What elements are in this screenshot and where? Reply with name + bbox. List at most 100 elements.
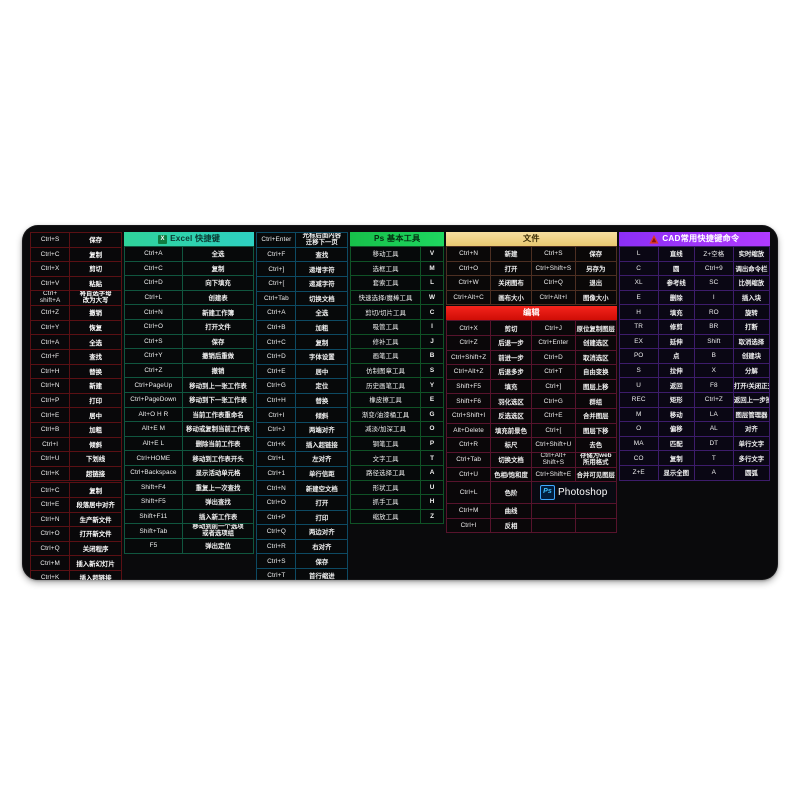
- shortcut-key: Z+空格: [693, 246, 734, 262]
- shortcut-value: 切换文档: [295, 290, 349, 307]
- shortcut-key: Ctrl+D: [256, 348, 297, 365]
- table-row: 套索工具 L: [350, 275, 445, 291]
- shortcut-value: 偏移: [657, 421, 695, 437]
- table-row: Ctrl+PageDown 移动到下一张工作表: [123, 391, 255, 408]
- shortcut-key: Ctrl+Backspace: [123, 464, 183, 481]
- shortcut-value: B: [419, 348, 445, 364]
- shortcut-value: 全选: [295, 305, 349, 321]
- shortcut-value: 群组: [574, 393, 617, 409]
- shortcut-value: 当前工作表重命名: [181, 406, 255, 423]
- shortcut-key: MA: [618, 435, 659, 452]
- shortcut-key: Ctrl+E: [256, 363, 297, 380]
- shortcut-value: 图层上移: [574, 378, 617, 395]
- table-row: Ctrl+Alt+Z 后退多步 Ctrl+T 自由变换: [446, 364, 617, 380]
- shortcut-value: 剪切: [490, 320, 532, 336]
- shortcut-value: 两端对齐: [295, 421, 349, 438]
- shortcut-key: Ctrl+S: [530, 246, 576, 262]
- table-row: Ctrl+I 倾斜: [29, 436, 122, 453]
- table-row: Ctrl+N 新建 Ctrl+S 保存: [446, 246, 617, 262]
- shortcut-value: 插入新幻灯片: [69, 555, 122, 571]
- shortcut-value: 保存: [574, 246, 617, 262]
- table-row: PO 点 B 创建块: [618, 348, 771, 364]
- shortcut-value: 色相/饱和度: [490, 466, 532, 483]
- shortcut-key: H: [618, 304, 659, 320]
- shortcut-key: Shift+F11: [123, 508, 183, 525]
- shortcut-value: 去色: [574, 437, 617, 453]
- shortcut-value: 打印: [69, 392, 122, 409]
- shortcut-key: Ctrl+B: [29, 421, 71, 438]
- table-row: Ctrl+Tab 切换文档 Ctrl+Alt+ Shift+S 存储为web 所用格式: [446, 451, 617, 468]
- shortcut-value: O: [419, 421, 445, 437]
- table-row: 缩放工具 Z: [350, 508, 445, 525]
- shortcut-key: Ctrl+]: [530, 378, 576, 395]
- shortcut-key: Ctrl+T: [256, 567, 297, 580]
- shortcut-key: Ctrl+M: [446, 503, 492, 519]
- cad-table: L 直线 Z+空格 实时缩放 C 圆 Ctrl+9 调出命令栏 XL 参考线 SC 比例缩放 E 删除 I 插…: [618, 246, 771, 481]
- shortcut-key: Ctrl+N: [123, 304, 183, 320]
- shortcut-key: Ctrl+E: [29, 496, 71, 513]
- file-header-title: 文件: [522, 234, 540, 243]
- table-row: Ctrl+Z 撤销: [123, 362, 255, 379]
- table-row: 快速选择/魔棒工具 W: [350, 289, 445, 306]
- shortcut-value: 旋转: [732, 304, 771, 320]
- table-row: Ctrl+K 超链接: [29, 465, 122, 482]
- shortcut-value: 居中: [295, 363, 349, 380]
- shortcut-value: 替换: [295, 392, 349, 409]
- table-row: Ctrl+F 查找: [29, 348, 122, 365]
- shortcut-key: Ctrl+Tab: [256, 290, 297, 307]
- shortcut-value: 羽化选区: [490, 393, 532, 409]
- table-row: Ctrl+Y 撤销后重做: [123, 348, 255, 364]
- table-row: Ctrl+U 色相/饱和度 Ctrl+Shift+E 合并可见图层: [446, 466, 617, 483]
- shortcut-value: 合并图层: [574, 407, 617, 424]
- shortcut-value: 复制: [295, 334, 349, 350]
- shortcut-key: Ctrl+9: [693, 260, 734, 277]
- shortcut-value: 复制: [69, 482, 122, 498]
- shortcut-key: XL: [618, 275, 659, 291]
- table-row: Ctrl+A 全选: [29, 334, 122, 350]
- table-row: 仿制图章工具 S: [350, 362, 445, 379]
- shortcut-value: 向下填充: [181, 275, 255, 291]
- shortcut-key: 钢笔工具: [350, 435, 421, 452]
- table-row: EX 延伸 Shift 取消选择: [618, 333, 771, 350]
- shortcut-value: 打开新文件: [69, 526, 122, 542]
- shortcut-value: M: [419, 260, 445, 277]
- shortcut-value: 关闭程序: [69, 540, 122, 557]
- table-row: L 直线 Z+空格 实时缩放: [618, 246, 771, 262]
- shortcut-value: 返回上一步操作: [732, 391, 771, 408]
- panel-excel: X Excel 快捷键 Ctrl+A 全选 Ctrl+C 复制 Ctrl+D 向下填充 Ct…: [123, 232, 255, 562]
- table-row: 橡皮擦工具 E: [350, 391, 445, 408]
- table-row: Ctrl+P 打印: [256, 509, 349, 526]
- shortcut-value: 原位复制图层: [574, 320, 617, 336]
- shortcut-value: 左对齐: [295, 451, 349, 467]
- shortcut-value: 倾斜: [69, 436, 122, 453]
- shortcut-value: 保存: [181, 333, 255, 350]
- shortcut-key: 移动工具: [350, 246, 421, 262]
- shortcut-value: 后退一步: [490, 334, 532, 351]
- shortcut-value: 倾斜: [295, 407, 349, 423]
- photoshop-wordmark: Photoshop: [557, 487, 608, 499]
- shortcut-value: 全选: [181, 246, 255, 262]
- table-row: Ctrl+C 复制: [256, 334, 349, 350]
- table-row: Ctrl+N 新建空文档: [256, 480, 349, 496]
- shortcut-value: 弹出定位: [181, 538, 255, 554]
- table-row: CO 复制 T 多行文字: [618, 450, 771, 466]
- shortcut-value: 圆弧: [732, 464, 771, 481]
- shortcut-value: 字体设置: [295, 348, 349, 365]
- shortcut-value: 删除: [657, 289, 695, 306]
- shortcut-value: 反相: [490, 517, 532, 534]
- shortcut-value: 创建选区: [574, 334, 617, 351]
- shortcut-key: Ctrl+C: [256, 334, 297, 350]
- table-row: Ctrl+Shift+Z 前进一步 Ctrl+D 取消选区: [446, 349, 617, 366]
- shortcut-key: Ctrl+F: [29, 348, 71, 365]
- cad-header-title: CAD常用快捷键命令: [662, 234, 740, 243]
- shortcut-value: 反选选区: [490, 407, 532, 424]
- table-row: Alt+E L 删除当前工作表: [123, 435, 255, 452]
- shortcut-value: 复制: [657, 450, 695, 466]
- table-row: C 圆 Ctrl+9 调出命令栏: [618, 260, 771, 277]
- product-photo: O Office通用快捷键 Ctrl+S保存Ctrl+C复制Ctrl+X剪切Ct…: [0, 0, 800, 800]
- shortcut-key: T: [693, 450, 734, 466]
- shortcut-key: Ctrl+HOME: [123, 450, 183, 466]
- shortcut-key: RO: [693, 304, 734, 320]
- shortcut-value: 两边对齐: [295, 524, 349, 540]
- table-row: Ctrl+PageUp 移动到上一张工作表: [123, 377, 255, 393]
